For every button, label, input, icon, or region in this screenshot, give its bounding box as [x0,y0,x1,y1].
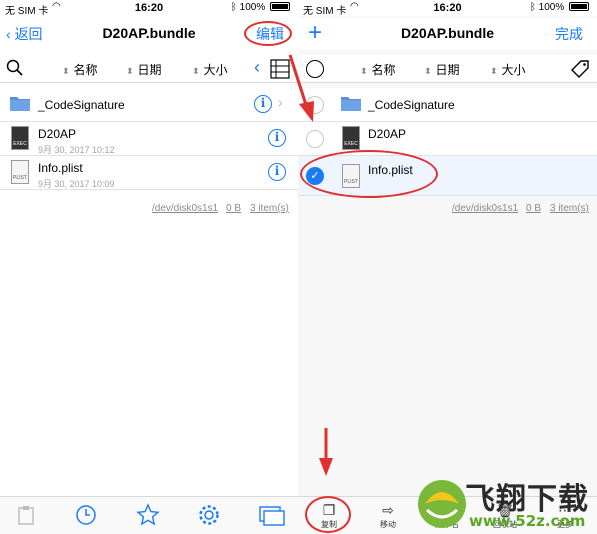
annotation-arrows [288,54,333,476]
